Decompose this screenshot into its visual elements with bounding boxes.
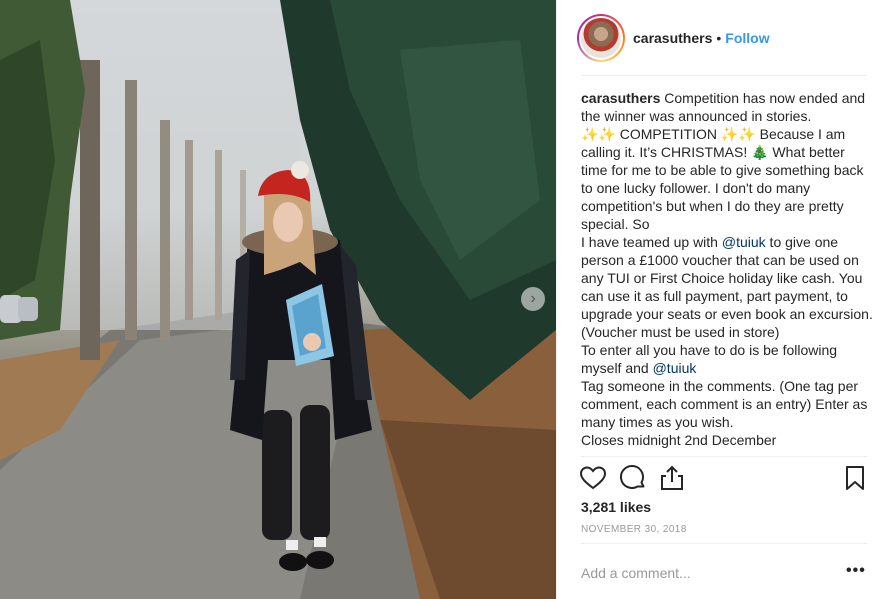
post-photo-illustration xyxy=(0,0,556,599)
caption-text: carasuthers Competition has now ended an… xyxy=(581,89,873,449)
chevron-right-icon: › xyxy=(530,290,536,307)
bookmark-icon[interactable] xyxy=(841,464,869,492)
action-bar xyxy=(579,464,869,492)
caption-scroll-area[interactable]: carasuthers Competition has now ended an… xyxy=(581,89,873,455)
caption-paragraph-5: Tag someone in the comments. (One tag pe… xyxy=(581,378,868,430)
avatar[interactable] xyxy=(579,16,623,60)
header-username[interactable]: carasuthers xyxy=(633,30,712,46)
more-options-button[interactable]: ••• xyxy=(846,562,866,580)
likes-count[interactable]: 3,281 likes xyxy=(581,499,651,515)
caption-paragraph-3: I have teamed up with @tuiuk to give one… xyxy=(581,233,873,341)
share-icon[interactable] xyxy=(658,464,686,492)
caption-paragraph-1: carasuthers Competition has now ended an… xyxy=(581,89,873,125)
caption-paragraph-6: Closes midnight 2nd December xyxy=(581,432,777,448)
post-side-panel: carasuthers • Follow carasuthers Competi… xyxy=(556,0,889,599)
header-divider xyxy=(581,75,867,76)
post-date[interactable]: NOVEMBER 30, 2018 xyxy=(581,524,687,535)
post-header: carasuthers • Follow xyxy=(557,0,889,76)
comment-icon[interactable] xyxy=(619,464,647,492)
caption-paragraph-2: ✨✨ COMPETITION ✨✨ Because I am calling i… xyxy=(581,126,864,232)
comment-input[interactable] xyxy=(581,561,851,585)
caption-line-4: To enter all you have to do is be follow… xyxy=(581,342,838,376)
caption-username[interactable]: carasuthers xyxy=(581,90,660,106)
mention-link-1[interactable]: @tuiuk xyxy=(722,234,766,250)
heart-icon[interactable] xyxy=(579,464,607,492)
carousel-next-button[interactable]: › xyxy=(521,287,545,311)
caption-paragraph-4: To enter all you have to do is be follow… xyxy=(581,341,873,377)
mention-link-2[interactable]: @tuiuk xyxy=(653,360,697,376)
caption-divider xyxy=(581,456,867,457)
avatar-story-ring[interactable] xyxy=(577,14,625,62)
follow-button[interactable]: Follow xyxy=(725,30,769,46)
post-photo[interactable]: › xyxy=(0,0,556,599)
comment-divider xyxy=(581,543,867,544)
header-separator: • xyxy=(716,30,722,46)
caption-line-3a: I have teamed up with xyxy=(581,234,722,250)
